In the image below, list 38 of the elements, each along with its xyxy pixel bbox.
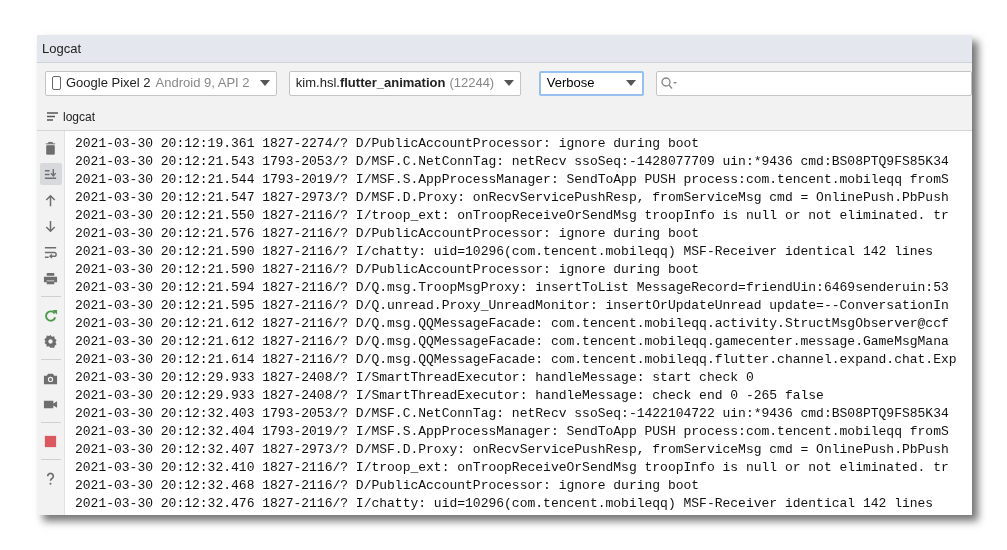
log-line: 2021-03-30 20:12:21.547 1827-2973/? D/MSF.D.Proxy: onRecvServicePushResp, fromServiceMsg cmd = OnlinePush.PbPush [75,189,949,207]
log-level-dropdown[interactable]: Verbose [538,70,645,96]
log-line: 2021-03-30 20:12:21.614 1827-2116/? D/Q.msg.QQMessageFacade: com.tencent.mobileqq.flutter.channel.expand.chat.Exp [75,351,957,369]
caret-icon [259,80,270,86]
log-line: 2021-03-30 20:12:21.550 1827-2116/? I/troop_ext: onTroopReceiveOrSendMsg troopInfo is null or not eliminated. tr [75,207,949,225]
log-line: 2021-03-30 20:12:32.476 1827-2116/? I/chatty: uid=10296(com.tencent.mobileqq) MSF-Receiver identical 142 lines [75,495,934,513]
log-line: 2021-03-30 20:12:21.590 1827-2116/? I/chatty: uid=10296(com.tencent.mobileqq) MSF-Receiver identical 142 lines [75,243,934,261]
logcat-tab[interactable]: logcat [47,107,96,126]
process-id: (12244) [449,74,495,93]
log-line: 2021-03-30 20:12:19.361 1827-2274/? D/PublicAccountProcessor: ignore during boot [75,135,700,153]
log-line: 2021-03-30 20:12:32.410 1827-2116/? I/troop_ext: onTroopReceiveOrSendMsg troopInfo is null or not eliminated. tr [75,459,949,477]
device-name: Google Pixel 2 [66,74,151,93]
log-line: 2021-03-30 20:12:29.933 1827-2408/? I/SmartThreadExecutor: handleMessage: check end 0 -265 false [75,387,824,405]
search-field[interactable] [656,70,972,96]
log-line: 2021-03-30 20:12:21.612 1827-2116/? D/Q.msg.QQMessageFacade: com.tencent.mobileqq.activity.StructMsgObserver@ccf [75,315,949,333]
log-line: 2021-03-30 20:12:32.404 1793-2019/? I/MSF.S.AppProcessManager: SendToApp PUSH process:com.tencent.mobileqq fromS [75,423,949,441]
log-line: 2021-03-30 20:12:21.595 1827-2116/? D/Q.unread.Proxy_UnreadMonitor: insertOrUpdateUnread update=--ConversationIn [75,297,949,315]
process-name: kim.hsl.flutter_animation [295,74,446,93]
search-icon [661,77,679,89]
log-line: 2021-03-30 20:12:32.407 1827-2973/? D/MSF.D.Proxy: onRecvServicePushResp, fromServiceMsg cmd = OnlinePush.PbPush [75,441,949,459]
device-detail: Android 9, API 2 [155,74,250,93]
phone-icon [52,76,61,90]
log-line: 2021-03-30 20:12:32.468 1827-2116/? D/PublicAccountProcessor: ignore during boot [75,477,700,495]
log-line: 2021-03-30 20:12:21.544 1793-2019/? I/MSF.S.AppProcessManager: SendToApp PUSH process:com.tencent.mobileqq fromS [75,171,949,189]
log-line: 2021-03-30 20:12:29.933 1827-2408/? I/SmartThreadExecutor: handleMessage: start check 0 [75,369,754,387]
caret-icon [626,80,637,86]
window-title: Logcat [42,39,82,58]
log-line: 2021-03-30 20:12:21.612 1827-2116/? D/Q.msg.QQMessageFacade: com.tencent.mobileqq.gamecenter.message.GameMsgMana [75,333,949,351]
scroll-to-end-icon[interactable] [39,163,62,185]
log-line: 2021-03-30 20:12:32.403 1793-2053/? D/MSF.C.NetConnTag: netRecv ssoSeq:-1422104722 uin:*9436 cmd:BS08PTQ9FS85K34 [75,405,949,423]
log-line: 2021-03-30 20:12:21.576 1827-2116/? D/PublicAccountProcessor: ignore during boot [75,225,700,243]
log-line: 2021-03-30 20:12:21.590 1827-2116/? D/PublicAccountProcessor: ignore during boot [75,261,700,279]
device-dropdown[interactable]: Google Pixel 2 Android 9, API 2 [45,70,277,96]
list-icon [47,112,58,121]
log-line: 2021-03-30 20:12:21.594 1827-2116/? D/Q.msg.TroopMsgProxy: insertToList MessageRecord=friendUin:6469senderuin:53 [75,279,949,297]
process-dropdown[interactable]: kim.hsl.flutter_animation (12244) [288,70,521,96]
log-line: 2021-03-30 20:12:21.543 1793-2053/? D/MSF.C.NetConnTag: netRecv ssoSeq:-1428077709 uin:*9436 cmd:BS08PTQ9FS85K34 [75,153,949,171]
caret-icon [503,80,514,86]
